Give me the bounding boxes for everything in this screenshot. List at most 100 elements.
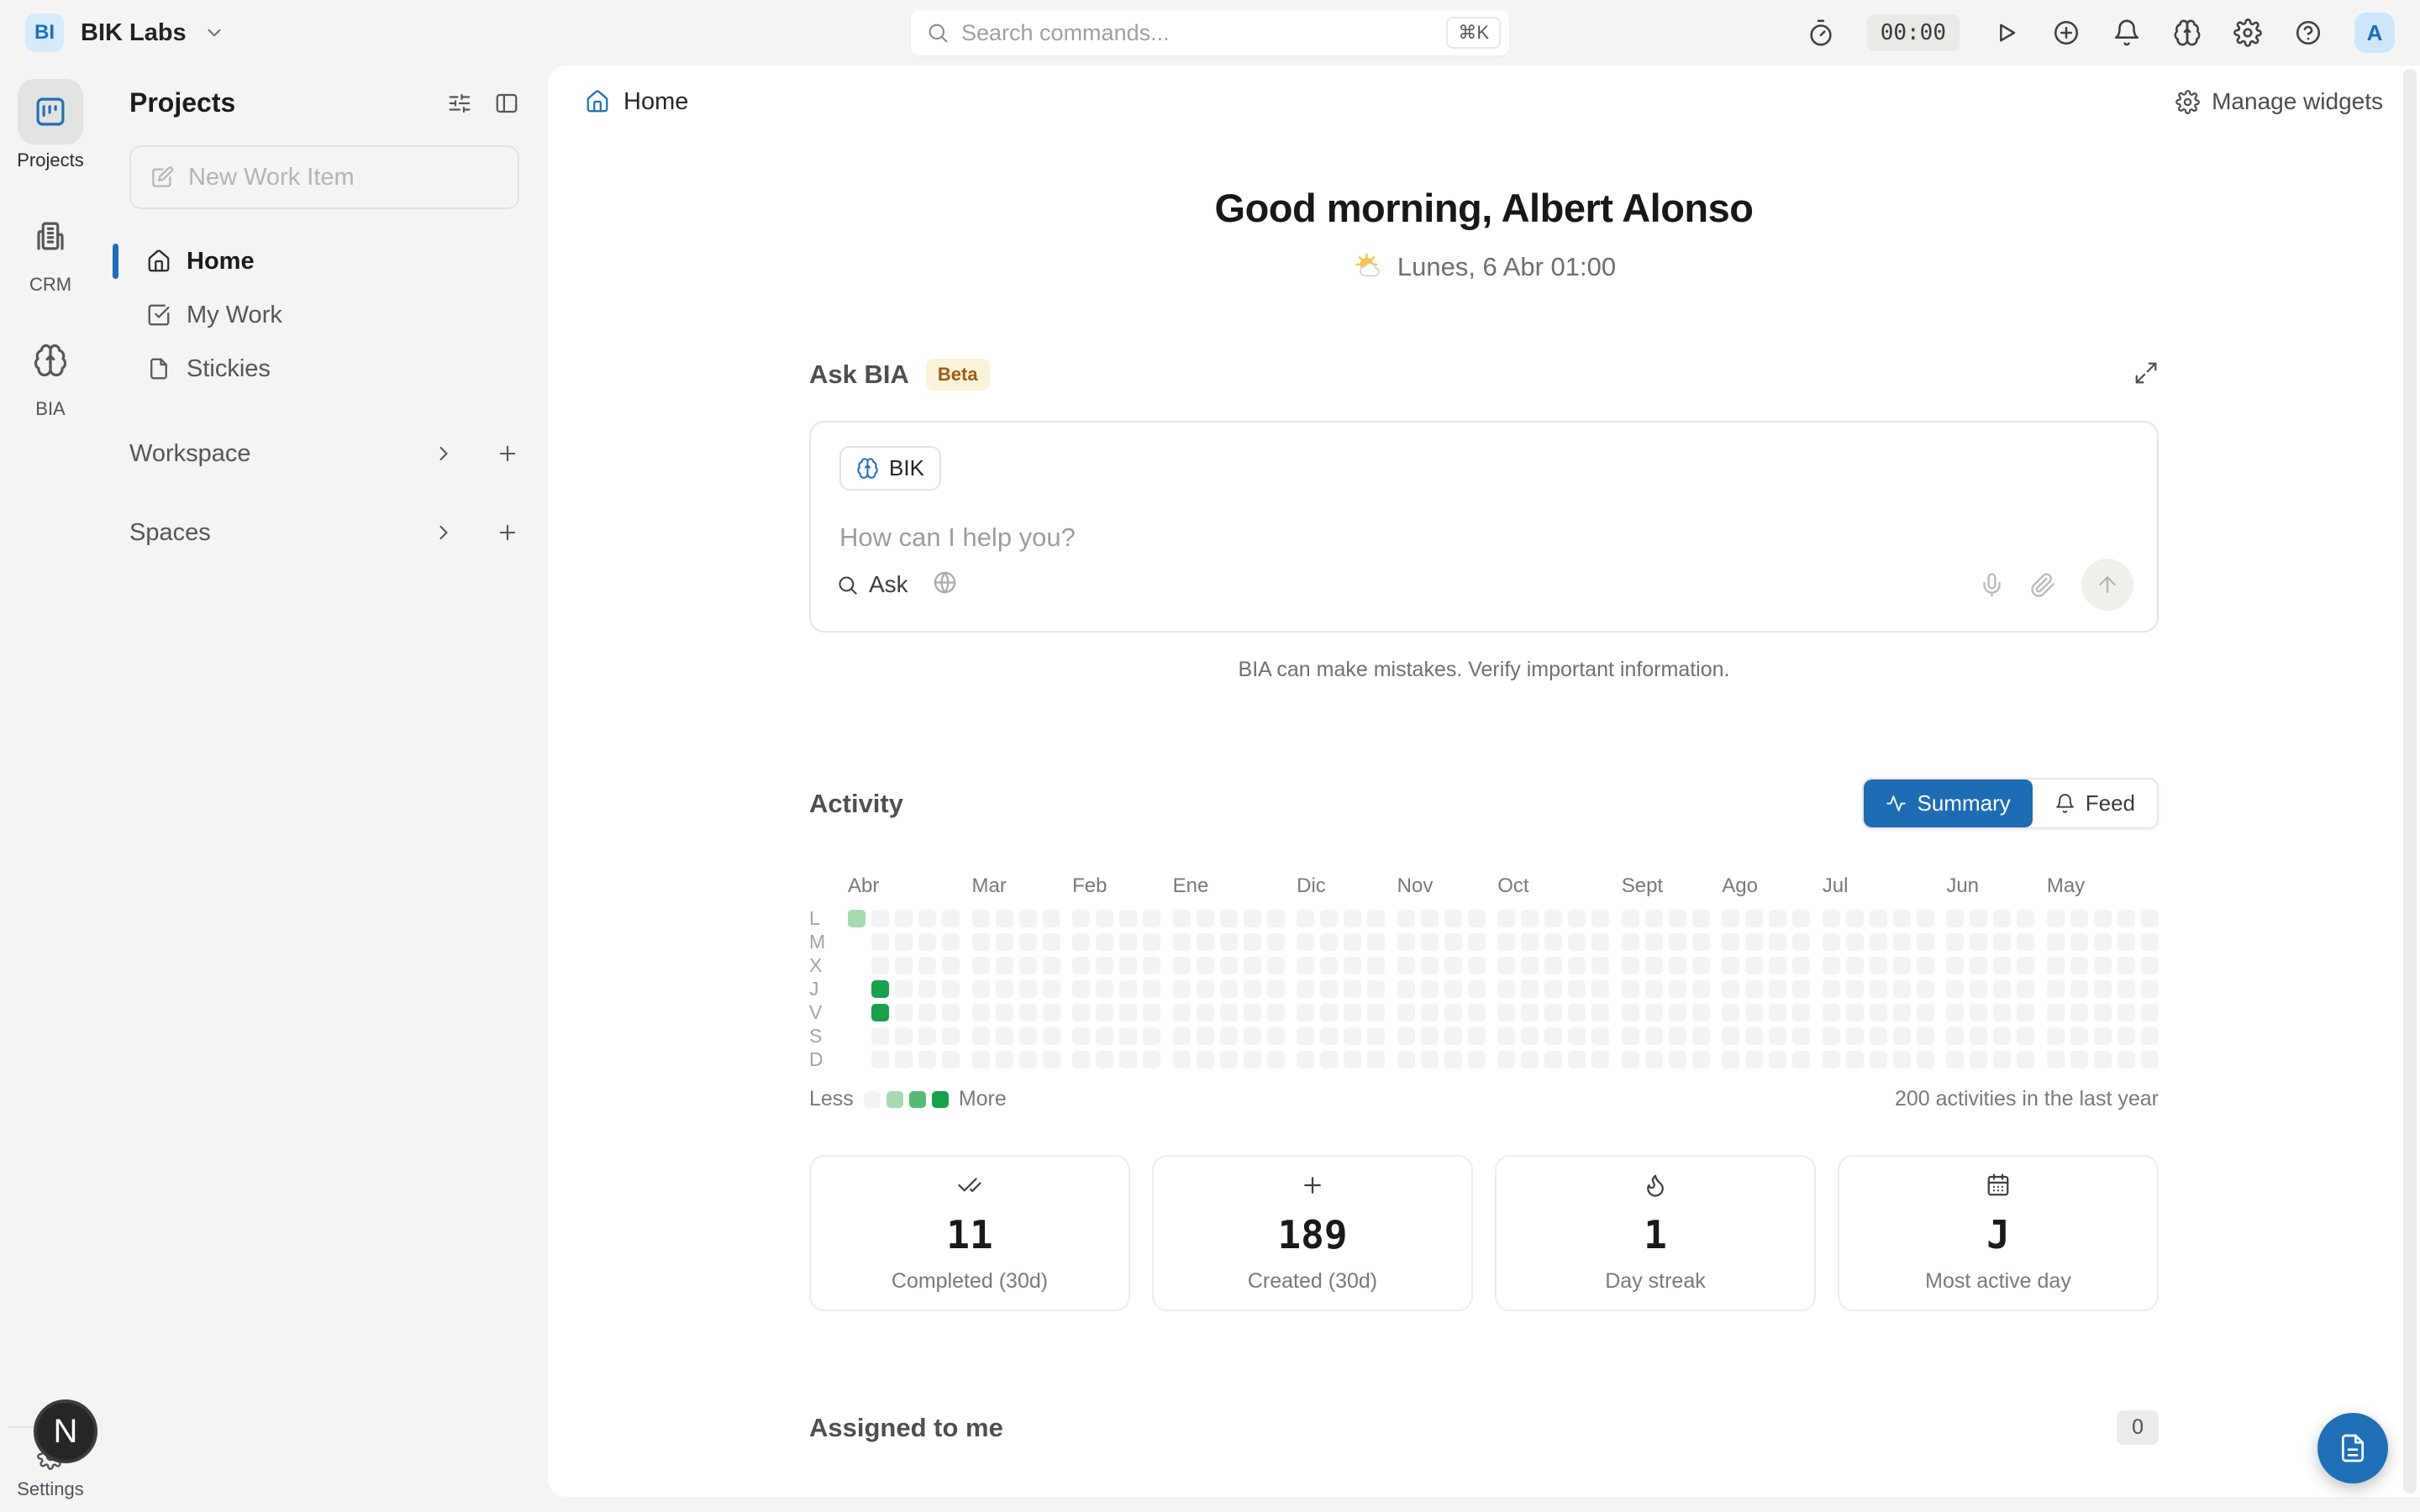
heatmap-cell[interactable] [1344, 957, 1361, 974]
heatmap-cell[interactable] [1591, 1004, 1609, 1021]
heatmap-cell[interactable] [972, 980, 990, 998]
heatmap-cell[interactable] [1870, 1004, 1887, 1021]
heatmap-cell[interactable] [1544, 1051, 1562, 1068]
heatmap-cell[interactable] [1846, 957, 1864, 974]
heatmap-cell[interactable] [2070, 1004, 2088, 1021]
heatmap-cell[interactable] [2141, 910, 2159, 927]
heatmap-cell[interactable] [2094, 910, 2112, 927]
sidebar-item-home[interactable]: Home [129, 234, 519, 288]
chevron-down-icon[interactable] [203, 22, 225, 44]
heatmap-cell[interactable] [1220, 1051, 1238, 1068]
heatmap-cell[interactable] [1267, 957, 1285, 974]
heatmap-cell[interactable] [1173, 1004, 1191, 1021]
heatmap-cell[interactable] [1173, 1027, 1191, 1045]
heatmap-cell[interactable] [2047, 1051, 2065, 1068]
heatmap-cell[interactable] [1143, 910, 1160, 927]
heatmap-cell[interactable] [1173, 910, 1191, 927]
heatmap-cell[interactable] [1367, 980, 1385, 998]
send-button[interactable] [2081, 559, 2133, 611]
heatmap-cell[interactable] [1367, 957, 1385, 974]
heatmap-cell[interactable] [1143, 933, 1160, 951]
heatmap-cell[interactable] [1072, 910, 1090, 927]
heatmap-cell[interactable] [1244, 980, 1261, 998]
heatmap-cell[interactable] [996, 957, 1013, 974]
heatmap-cell[interactable] [1320, 957, 1338, 974]
workspace-name[interactable]: BIK Labs [81, 19, 187, 47]
heatmap-cell[interactable] [1792, 1027, 1810, 1045]
heatmap-cell[interactable] [942, 933, 960, 951]
heatmap-cell[interactable] [1220, 1027, 1238, 1045]
heatmap-cell[interactable] [871, 1004, 889, 1021]
heatmap-cell[interactable] [1568, 1027, 1586, 1045]
heatmap-cell[interactable] [1591, 957, 1609, 974]
heatmap-cell[interactable] [996, 1027, 1013, 1045]
heatmap-cell[interactable] [1591, 980, 1609, 998]
heatmap-cell[interactable] [1622, 980, 1639, 998]
heatmap-cell[interactable] [1846, 910, 1864, 927]
ask-input-placeholder[interactable]: How can I help you? [839, 522, 2128, 553]
heatmap-cell[interactable] [1173, 933, 1191, 951]
heatmap-cell[interactable] [1119, 1027, 1137, 1045]
heatmap-cell[interactable] [972, 910, 990, 927]
scrollbar-track[interactable] [2403, 69, 2417, 1494]
heatmap-cell[interactable] [1870, 910, 1887, 927]
heatmap-cell[interactable] [895, 910, 913, 927]
heatmap-cell[interactable] [1722, 933, 1739, 951]
heatmap-cell[interactable] [2017, 1004, 2034, 1021]
heatmap-cell[interactable] [942, 957, 960, 974]
heatmap-cell[interactable] [1220, 1004, 1238, 1021]
heatmap-cell[interactable] [1468, 980, 1486, 998]
heatmap-cell[interactable] [1769, 910, 1786, 927]
heatmap-cell[interactable] [1521, 910, 1539, 927]
plus-icon[interactable] [496, 442, 519, 465]
timer-icon[interactable] [1807, 18, 1835, 47]
heatmap-cell[interactable] [1244, 1027, 1261, 1045]
heatmap-cell[interactable] [942, 1004, 960, 1021]
heatmap-cell[interactable] [1019, 1004, 1037, 1021]
heatmap-cell[interactable] [942, 980, 960, 998]
heatmap-cell[interactable] [1622, 1027, 1639, 1045]
heatmap-cell[interactable] [2118, 910, 2135, 927]
heatmap-cell[interactable] [1917, 1004, 1934, 1021]
heatmap-cell[interactable] [1267, 933, 1285, 951]
heatmap-cell[interactable] [1397, 910, 1415, 927]
heatmap-cell[interactable] [1367, 1004, 1385, 1021]
heatmap-cell[interactable] [1019, 957, 1037, 974]
heatmap-cell[interactable] [1823, 933, 1840, 951]
heatmap-cell[interactable] [1993, 1051, 2011, 1068]
heatmap-cell[interactable] [1946, 957, 1964, 974]
heatmap-cell[interactable] [2017, 1051, 2034, 1068]
heatmap-cell[interactable] [1072, 933, 1090, 951]
heatmap-cell[interactable] [1043, 1027, 1060, 1045]
heatmap-cell[interactable] [1568, 1051, 1586, 1068]
heatmap-cell[interactable] [1669, 980, 1686, 998]
heatmap-cell[interactable] [1421, 910, 1439, 927]
heatmap-cell[interactable] [1645, 957, 1663, 974]
microphone-icon[interactable] [1979, 572, 2005, 598]
heatmap-cell[interactable] [1769, 957, 1786, 974]
heatmap-cell[interactable] [1946, 1004, 1964, 1021]
heatmap-cell[interactable] [1917, 980, 1934, 998]
help-icon[interactable] [2294, 18, 2323, 47]
heatmap-cell[interactable] [1645, 980, 1663, 998]
heatmap-cell[interactable] [2047, 957, 2065, 974]
heatmap-cell[interactable] [1846, 980, 1864, 998]
heatmap-cell[interactable] [1544, 910, 1562, 927]
heatmap-cell[interactable] [1468, 910, 1486, 927]
heatmap-cell[interactable] [1591, 933, 1609, 951]
heatmap-cell[interactable] [1344, 1004, 1361, 1021]
heatmap-cell[interactable] [1344, 910, 1361, 927]
heatmap-cell[interactable] [942, 910, 960, 927]
heatmap-cell[interactable] [1846, 1027, 1864, 1045]
heatmap-cell[interactable] [1320, 933, 1338, 951]
heatmap-cell[interactable] [2017, 910, 2034, 927]
heatmap-cell[interactable] [1197, 910, 1214, 927]
heatmap-cell[interactable] [972, 933, 990, 951]
heatmap-cell[interactable] [996, 910, 1013, 927]
heatmap-cell[interactable] [1072, 1051, 1090, 1068]
heatmap-cell[interactable] [1870, 933, 1887, 951]
sidebar-item-stickies[interactable]: Stickies [129, 342, 519, 396]
heatmap-cell[interactable] [1722, 1051, 1739, 1068]
heatmap-cell[interactable] [1669, 933, 1686, 951]
heatmap-cell[interactable] [1669, 1027, 1686, 1045]
